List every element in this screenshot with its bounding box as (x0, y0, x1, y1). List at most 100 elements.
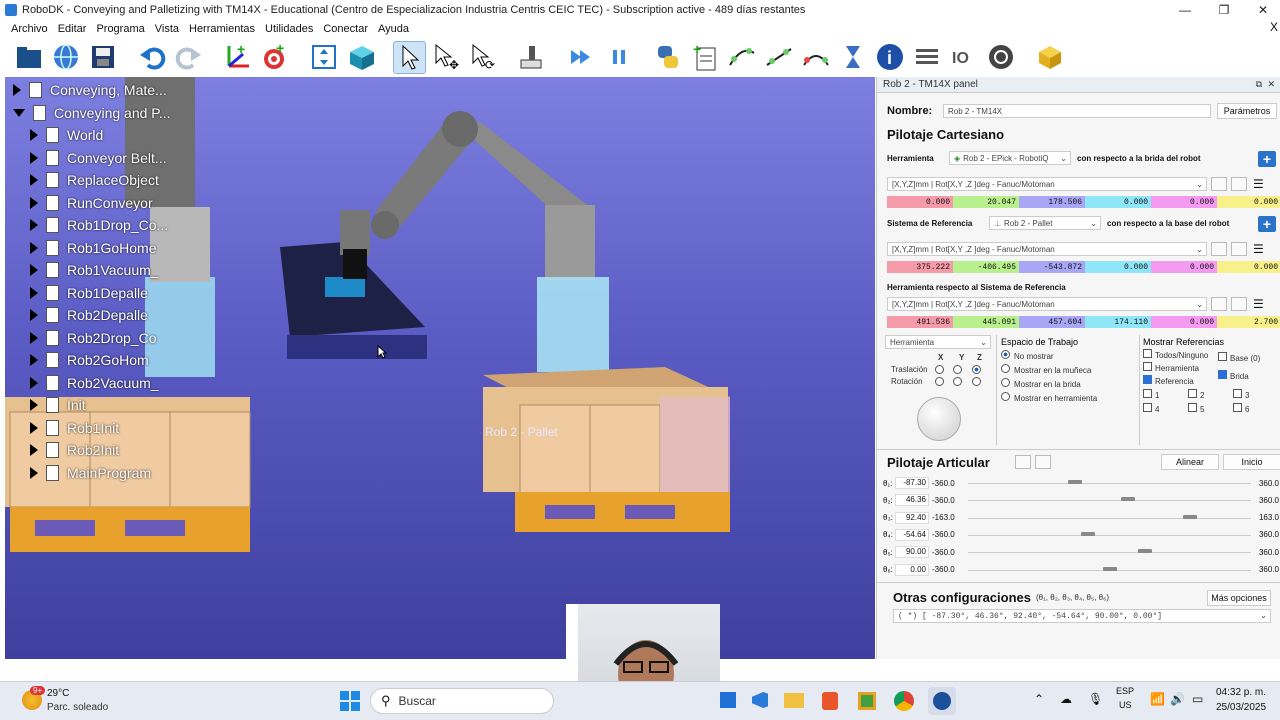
expand-right-icon[interactable] (30, 264, 38, 276)
copy-icon[interactable] (1211, 242, 1227, 256)
tree-item[interactable]: MainProgram (30, 462, 151, 484)
tree-item[interactable]: Rob1Depalle (30, 282, 148, 304)
redo-icon[interactable] (172, 41, 205, 74)
tool-rx-value[interactable]: 0.000 (1085, 196, 1151, 208)
ws-option-3[interactable]: Mostrar en herramienta (1001, 392, 1139, 403)
expand-right-icon[interactable] (30, 466, 38, 479)
move-linear-icon[interactable] (762, 41, 795, 74)
slider-handle[interactable] (1080, 531, 1095, 536)
tree-item[interactable]: Conveying, Mate... (13, 79, 167, 101)
frame-y-value[interactable]: -406.495 (953, 261, 1019, 273)
menu-editar[interactable]: Editar (58, 23, 87, 35)
align-button[interactable]: Alinear (1161, 454, 1219, 470)
undo-icon[interactable] (135, 41, 168, 74)
menu-programa[interactable]: Programa (96, 23, 144, 35)
instruction-list-icon[interactable] (910, 41, 943, 74)
joint-value-input[interactable]: 92.40 (895, 511, 929, 524)
menu-close-button[interactable]: X (1270, 20, 1278, 34)
battery-icon[interactable]: ▭ (1192, 692, 1203, 706)
file-explorer-icon[interactable] (784, 693, 804, 708)
minimize-button[interactable]: — (1165, 0, 1205, 20)
slider-handle[interactable] (1067, 480, 1082, 484)
3d-viewport[interactable]: Conveying, Mate... Conveying and P... Worl… (5, 77, 875, 659)
lang-primary[interactable]: ESP (1116, 686, 1134, 696)
expand-right-icon[interactable] (30, 331, 38, 344)
expand-right-icon[interactable] (30, 241, 38, 254)
tf-ry-value[interactable]: 0.000 (1151, 316, 1217, 328)
refs-base-checkbox[interactable]: Base (0) (1218, 352, 1260, 363)
trans-x-radio[interactable] (935, 365, 944, 374)
frame-z-value[interactable]: -543.872 (1019, 261, 1085, 273)
move-circular-icon[interactable] (799, 41, 832, 74)
tool-format-select[interactable]: [X,Y,Z]mm | Rot[X,Y ,Z ]deg - Fanuc/Moto… (887, 177, 1207, 191)
lang-secondary[interactable]: US (1119, 700, 1132, 710)
menu-vista[interactable]: Vista (155, 23, 179, 35)
refs-flange-checkbox[interactable]: Brida (1218, 370, 1249, 381)
joint-slider[interactable] (968, 494, 1251, 506)
expand-right-icon[interactable] (30, 286, 38, 299)
tool-ry-value[interactable]: 0.000 (1151, 196, 1217, 208)
volume-icon[interactable]: 🔊 (1170, 692, 1185, 706)
refs-all-checkbox[interactable]: Todos/Ninguno (1143, 349, 1208, 360)
refs-2-checkbox[interactable]: 2 (1188, 389, 1204, 400)
expand-down-icon[interactable] (13, 108, 25, 117)
tree-item[interactable]: ReplaceObject (30, 169, 159, 191)
frame-rz-value[interactable]: 0.000 (1217, 261, 1280, 273)
tool-rz-value[interactable]: 0.000 (1217, 196, 1280, 208)
menu-conectar[interactable]: Conectar (323, 23, 368, 35)
joint-value-input[interactable]: -54.64 (895, 528, 929, 541)
menu-archivo[interactable]: Archivo (11, 23, 48, 35)
maximize-button[interactable]: ❐ (1204, 0, 1244, 20)
weather-temp[interactable]: 29°C (47, 688, 69, 699)
run-program-icon[interactable] (565, 41, 598, 74)
rotate-pointer-icon[interactable]: ⟳ (467, 41, 500, 74)
more-options-button[interactable]: Más opciones (1207, 590, 1271, 606)
copy-icon[interactable] (1211, 297, 1227, 311)
slider-handle[interactable] (1182, 514, 1197, 519)
tree-item[interactable]: Rob1Vacuum_ (30, 259, 159, 281)
tree-item[interactable]: Rob2Init (30, 439, 119, 461)
refs-tool-checkbox[interactable]: Herramienta (1143, 362, 1199, 373)
jog-dial[interactable] (917, 397, 961, 441)
onedrive-icon[interactable]: ☁ (1060, 692, 1072, 706)
tree-item[interactable]: RunConveyor (30, 192, 153, 214)
joint-slider[interactable] (968, 564, 1251, 576)
globe-icon[interactable] (49, 41, 82, 74)
search-box[interactable]: ⚲ Buscar (370, 688, 554, 714)
tool-x-value[interactable]: 0.000 (887, 196, 953, 208)
joint-slider[interactable] (968, 477, 1251, 489)
expand-right-icon[interactable] (30, 421, 38, 434)
slider-handle[interactable] (1120, 497, 1135, 502)
tree-item[interactable]: Conveyor Belt... (30, 147, 167, 169)
refs-1-checkbox[interactable]: 1 (1143, 389, 1159, 400)
expand-right-icon[interactable] (30, 151, 38, 164)
taskbar-app-icon[interactable] (720, 692, 736, 708)
add-frame-button[interactable]: + (1258, 216, 1276, 232)
joint-value-input[interactable]: -87.30 (895, 477, 929, 489)
chrome-icon[interactable] (894, 691, 914, 711)
tree-item[interactable]: Rob1Drop_Co... (30, 214, 168, 236)
menu-herramientas[interactable]: Herramientas (189, 23, 255, 35)
tf-rz-value[interactable]: 2.700 (1217, 316, 1280, 328)
taskbar-app-icon-2[interactable] (858, 692, 876, 710)
move-joint-icon[interactable] (725, 41, 758, 74)
joint-value-input[interactable]: 46.36 (895, 494, 929, 507)
frame-select[interactable]: ⊥ Rob 2 - Pallet ⌄ (989, 216, 1101, 230)
move-pointer-icon[interactable]: ✥ (430, 41, 463, 74)
brave-icon[interactable] (822, 692, 838, 710)
tree-item[interactable]: Init (30, 394, 86, 416)
slider-handle[interactable] (1102, 566, 1117, 571)
windows-start-icon[interactable] (340, 691, 360, 711)
tool-frame-format-select[interactable]: [X,Y,Z]mm | Rot[X,Y ,Z ]deg - Fanuc/Moto… (887, 297, 1207, 311)
python-icon[interactable] (651, 41, 684, 74)
joint-slider[interactable] (968, 529, 1251, 541)
tree-item[interactable]: Rob2GoHom (30, 349, 149, 371)
menu-utilidades[interactable]: Utilidades (265, 23, 313, 35)
panel-close-button[interactable]: ✕ (1267, 79, 1275, 90)
rot-x-radio[interactable] (935, 377, 944, 386)
refs-6-checkbox[interactable]: 6 (1233, 403, 1249, 414)
tool-select[interactable]: ◈ Rob 2 - EPick - RobotiQ ⌄ (949, 151, 1071, 165)
expand-right-icon[interactable] (30, 196, 38, 209)
joint-value-input[interactable]: 0.00 (895, 563, 929, 576)
paste-icon[interactable] (1231, 242, 1247, 256)
